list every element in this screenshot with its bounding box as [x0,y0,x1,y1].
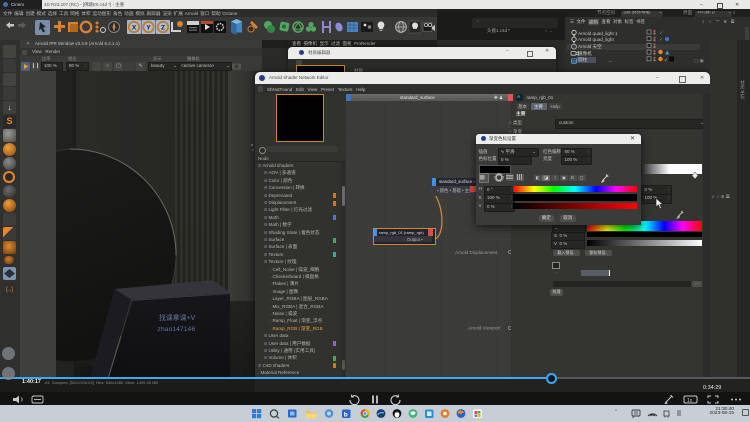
svg-text:Arnold Displacement: Arnold Displacement [455,250,498,255]
svg-text:✓: ✓ [659,37,663,43]
svg-text:zhao147146: zhao147146 [158,326,196,333]
svg-text:Arnold Viewport: Arnold Viewport [468,325,501,330]
svg-text:Y: Y [146,24,151,31]
svg-text:✓: ✓ [664,58,668,64]
svg-text:1x: 1x [687,397,693,403]
svg-text:X: X [132,24,137,31]
svg-text:Z: Z [161,24,165,31]
svg-text:b: b [344,411,348,418]
svg-text:找课拿课+V: 找课拿课+V [159,313,196,322]
svg-text:✓: ✓ [659,31,663,37]
